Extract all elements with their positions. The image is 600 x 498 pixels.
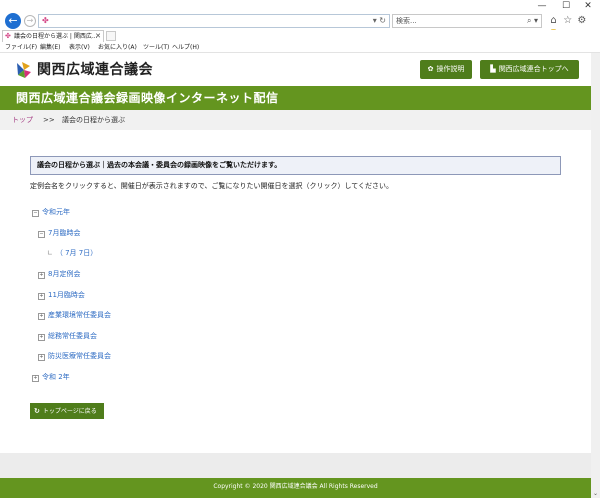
search-input[interactable]: 検索... [396, 15, 417, 27]
menu-edit[interactable]: 編集(E) [40, 42, 60, 53]
tree-item-november-extraordinary[interactable]: +11月臨時会 [38, 290, 85, 301]
collapse-icon[interactable]: − [38, 231, 45, 238]
tree-item-august-regular[interactable]: +8月定例会 [38, 269, 80, 280]
notice-box: 議会の日程から選ぶ｜過去の本会議・委員会の録画映像をご覧いただけます。 [30, 156, 561, 175]
tree-item-label[interactable]: （ 7月 7日） [56, 249, 97, 257]
help-button-label: 操作説明 [436, 65, 465, 73]
navigation-bar: ← → ✤ ▾ ↻ 検索... ⌕ ▾ ⌂ ☆ ⚙ ☺ [0, 12, 600, 40]
tree-item-july-7[interactable]: ∟ （ 7月 7日） [47, 248, 97, 259]
instruction-text: 定例会名をクリックすると、開催日が表示されますので、ご覧になりたい開催日を選択（… [30, 182, 394, 190]
menu-tools[interactable]: ツール(T) [143, 42, 169, 53]
return-arrow-icon: ↻ [34, 407, 40, 415]
notice-text: 議会の日程から選ぶ｜過去の本会議・委員会の録画映像をご覧いただけます。 [37, 161, 282, 169]
page-title: 関西広域連合議会録画映像インターネット配信 [16, 91, 279, 105]
tree-item-industry-environment[interactable]: + 産業環境常任委員会 [38, 310, 111, 321]
tree-item-july-extraordinary[interactable]: −7月臨時会 [38, 228, 80, 239]
help-button[interactable]: ✿ 操作説明 [420, 60, 472, 79]
tree-branch-icon: ∟ [47, 249, 53, 257]
building-icon: ▙ [490, 65, 496, 73]
tree-item-label[interactable]: 7月臨時会 [48, 229, 80, 237]
forward-arrow-icon[interactable]: → [24, 15, 36, 27]
menu-view[interactable]: 表示(V) [69, 42, 90, 53]
close-icon[interactable]: ✕ [574, 0, 600, 12]
site-footer: Copyright © 2020 関西広域連合議会 All Rights Res… [0, 478, 591, 498]
tree-item-label[interactable]: 令和 2年 [42, 373, 70, 381]
breadcrumb-current: 議会の日程から選ぶ [62, 116, 125, 124]
back-to-top-label: トップページに戻る [42, 408, 97, 415]
site-logo-text[interactable]: 関西広域連合議会 [37, 60, 153, 80]
new-tab-button[interactable] [106, 31, 116, 41]
scroll-down-icon[interactable]: ⌄ [591, 489, 600, 498]
expand-icon[interactable]: + [38, 334, 45, 341]
menu-file[interactable]: ファイル(F) [5, 42, 37, 53]
tree-item-label[interactable]: 11月臨時会 [48, 291, 85, 299]
breadcrumb-top-link[interactable]: トップ [12, 110, 33, 130]
kansai-logo-icon[interactable] [14, 60, 34, 80]
kansai-top-button[interactable]: ▙ 関西広域連合トップへ [480, 60, 579, 79]
tab-bar: ✤ 議会の日程から選ぶ | 関西広... ✕ [0, 30, 600, 42]
back-to-top-button[interactable]: ↻ トップページに戻る [30, 403, 104, 419]
tree-item-label[interactable]: 産業環境常任委員会 [48, 311, 111, 319]
kansai-top-button-label: 関西広域連合トップへ [498, 65, 569, 73]
home-icon[interactable]: ⌂ [548, 14, 559, 28]
tab-current[interactable]: ✤ 議会の日程から選ぶ | 関西広... ✕ [2, 30, 104, 42]
tree-item-label[interactable]: 令和元年 [42, 208, 70, 216]
gear-icon[interactable]: ⚙ [576, 14, 587, 28]
tab-favicon-icon: ✤ [5, 32, 11, 40]
site-favicon-icon: ✤ [42, 16, 49, 25]
menu-favorites[interactable]: お気に入り(A) [98, 42, 137, 53]
expand-icon[interactable]: + [38, 272, 45, 279]
tree-item-label[interactable]: 防災医療常任委員会 [48, 352, 111, 360]
expand-icon[interactable]: + [38, 354, 45, 361]
menu-help[interactable]: ヘルプ(H) [172, 42, 199, 53]
title-bar: — ☐ ✕ [0, 0, 600, 12]
address-bar[interactable]: ✤ ▾ ↻ [38, 14, 390, 28]
tab-close-icon[interactable]: ✕ [95, 31, 101, 42]
footer-spacer [0, 453, 600, 478]
expand-icon[interactable]: + [38, 313, 45, 320]
favorites-star-icon[interactable]: ☆ [562, 14, 573, 28]
vertical-scrollbar[interactable]: ⌄ [591, 53, 600, 498]
search-icon[interactable]: ⌕ ▾ [527, 15, 538, 27]
page-banner: 関西広域連合議会録画映像インターネット配信 [0, 86, 600, 110]
tree-item-label[interactable]: 総務常任委員会 [48, 332, 97, 340]
menu-bar: ファイル(F) 編集(E) 表示(V) お気に入り(A) ツール(T) ヘルプ(… [0, 42, 600, 53]
tree-item-label[interactable]: 8月定例会 [48, 270, 80, 278]
address-refresh-icon[interactable]: ▾ ↻ [373, 15, 386, 27]
breadcrumb-separator: >> [43, 116, 55, 124]
collapse-icon[interactable]: − [32, 210, 39, 217]
site-header: 関西広域連合議会 ✿ 操作説明 ▙ 関西広域連合トップへ [0, 53, 600, 86]
expand-icon[interactable]: + [32, 375, 39, 382]
toolbar-icons: ⌂ ☆ ⚙ ☺ [548, 14, 598, 40]
tree-item-reiwa-1[interactable]: − 令和元年 [32, 207, 70, 218]
tree-item-reiwa-2[interactable]: + 令和 2年 [32, 372, 70, 383]
tree-item-disaster-medical[interactable]: + 防災医療常任委員会 [38, 351, 111, 362]
copyright-text: Copyright © 2020 関西広域連合議会 All Rights Res… [213, 483, 378, 490]
tree-item-general-affairs[interactable]: + 総務常任委員会 [38, 331, 97, 342]
gear-icon: ✿ [427, 65, 434, 73]
back-arrow-icon[interactable]: ← [5, 13, 21, 29]
browser-window: — ☐ ✕ ← → ✤ ▾ ↻ 検索... ⌕ ▾ ⌂ ☆ ⚙ ☺ ✤ 議会の日… [0, 0, 600, 498]
search-box[interactable]: 検索... ⌕ ▾ [392, 14, 542, 28]
expand-icon[interactable]: + [38, 293, 45, 300]
breadcrumb: トップ >> 議会の日程から選ぶ [0, 110, 600, 130]
tab-label: 議会の日程から選ぶ | 関西広... [14, 33, 98, 40]
